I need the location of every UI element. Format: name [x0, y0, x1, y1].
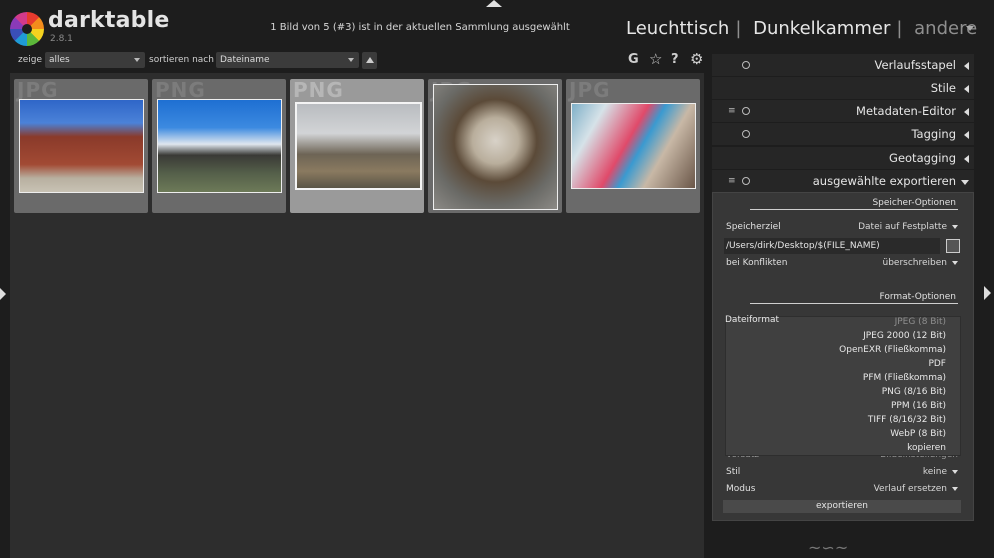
- module-title: Stile: [930, 81, 956, 95]
- storage-options-heading: Speicher-Optionen: [872, 198, 956, 208]
- views-dropdown-icon[interactable]: [966, 26, 974, 31]
- decorative-swirl-icon: ~∽~: [808, 538, 849, 557]
- storage-target-combo[interactable]: Datei auf Festplatte: [800, 222, 958, 232]
- section-divider: [750, 303, 958, 304]
- module-geotagging[interactable]: Geotagging: [712, 147, 974, 169]
- conflict-combo[interactable]: überschreiben: [800, 258, 958, 268]
- presets-icon[interactable]: ≡: [728, 106, 736, 116]
- collapse-icon: [961, 180, 969, 185]
- mode-value: Verlauf ersetzen: [873, 484, 947, 494]
- format-option[interactable]: kopieren: [907, 443, 946, 453]
- reset-icon[interactable]: [742, 177, 750, 185]
- chevron-down-icon: [952, 224, 958, 229]
- conflict-value: überschreiben: [882, 258, 948, 268]
- folder-icon[interactable]: [946, 239, 960, 253]
- storage-target-value: Datei auf Festplatte: [858, 222, 947, 232]
- module-title: Tagging: [911, 127, 956, 141]
- thumbnail-image: [157, 99, 282, 193]
- format-option[interactable]: WebP (8 Bit): [890, 429, 946, 439]
- module-tagging[interactable]: Tagging: [712, 123, 974, 145]
- thumbnail[interactable]: PNG: [152, 79, 286, 213]
- presets-icon[interactable]: ≡: [728, 176, 736, 186]
- thumbnail-image: [295, 102, 422, 190]
- sort-value: Dateiname: [220, 55, 270, 65]
- chevron-down-icon: [952, 260, 958, 265]
- module-history[interactable]: Verlaufsstapel: [712, 54, 974, 76]
- grouping-icon[interactable]: G: [628, 52, 639, 67]
- style-value: keine: [922, 467, 947, 477]
- app-version: 2.8.1: [50, 34, 73, 44]
- mode-combo[interactable]: Verlauf ersetzen: [800, 484, 958, 494]
- module-title: Metadaten-Editor: [856, 104, 956, 118]
- show-label: zeige: [18, 55, 43, 65]
- right-panel-toggle-icon[interactable]: [984, 286, 991, 300]
- file-extension-label: PNG: [293, 79, 344, 102]
- thumbnail-selected[interactable]: PNG: [290, 79, 424, 213]
- thumbnail[interactable]: JPG: [428, 79, 562, 213]
- section-divider: [750, 209, 958, 210]
- thumbnail-image: [433, 84, 558, 210]
- view-switcher: Leuchttisch | Dunkelkammer | andere: [626, 18, 983, 39]
- star-icon[interactable]: ☆: [649, 50, 662, 68]
- module-export-selected[interactable]: ≡ ausgewählte exportieren: [712, 170, 974, 192]
- module-metadata-editor[interactable]: ≡ Metadaten-Editor: [712, 100, 974, 122]
- reset-icon[interactable]: [742, 107, 750, 115]
- chevron-down-icon: [952, 469, 958, 474]
- module-title: Geotagging: [889, 151, 956, 165]
- storage-target-label: Speicherziel: [726, 222, 781, 232]
- thumbnail[interactable]: JPG: [566, 79, 700, 213]
- left-panel-toggle-icon[interactable]: [0, 288, 6, 300]
- expand-icon: [964, 85, 969, 93]
- format-option[interactable]: PDF: [928, 359, 946, 369]
- file-format-label: Dateiformat: [725, 315, 780, 325]
- view-lighttable[interactable]: Leuchttisch: [626, 18, 729, 39]
- format-option[interactable]: PPM (16 Bit): [891, 401, 946, 411]
- expand-icon: [964, 62, 969, 70]
- help-icon[interactable]: ?: [671, 52, 679, 67]
- mode-label: Modus: [726, 484, 756, 494]
- format-option[interactable]: PNG (8/16 Bit): [882, 387, 946, 397]
- show-filter-combo[interactable]: alles: [45, 52, 145, 68]
- style-combo[interactable]: keine: [800, 467, 958, 477]
- format-option[interactable]: JPEG (8 Bit): [895, 317, 946, 327]
- sort-combo[interactable]: Dateiname: [216, 52, 359, 68]
- thumbnail-image: [19, 99, 144, 193]
- format-option[interactable]: TIFF (8/16/32 Bit): [868, 415, 946, 425]
- module-title: Verlaufsstapel: [874, 58, 956, 72]
- format-options-heading: Format-Optionen: [879, 292, 957, 302]
- top-panel-toggle-icon[interactable]: [486, 0, 502, 7]
- file-format-dropdown[interactable]: JPEG (8 Bit) JPEG 2000 (12 Bit) OpenEXR …: [725, 316, 961, 456]
- view-separator: |: [896, 18, 903, 39]
- reset-icon[interactable]: [742, 130, 750, 138]
- style-label: Stil: [726, 467, 741, 477]
- sort-label: sortieren nach: [149, 55, 214, 65]
- format-option[interactable]: OpenEXR (Fließkomma): [839, 345, 946, 355]
- app-name: darktable: [48, 8, 170, 33]
- module-title: ausgewählte exportieren: [812, 174, 956, 188]
- format-option[interactable]: JPEG 2000 (12 Bit): [863, 331, 946, 341]
- chevron-down-icon: [134, 58, 140, 62]
- show-filter-value: alles: [49, 55, 70, 65]
- sort-direction-button[interactable]: [362, 52, 377, 69]
- reset-icon[interactable]: [742, 61, 750, 69]
- chevron-down-icon: [952, 486, 958, 491]
- expand-icon: [964, 131, 969, 139]
- darktable-logo: [10, 12, 44, 46]
- thumbnail[interactable]: JPG: [14, 79, 148, 213]
- gear-icon[interactable]: ⚙: [690, 50, 703, 68]
- export-path-input[interactable]: /Users/dirk/Desktop/$(FILE_NAME): [724, 238, 940, 254]
- selection-status: 1 Bild von 5 (#3) ist in der aktuellen S…: [270, 22, 570, 33]
- expand-icon: [964, 108, 969, 116]
- module-styles[interactable]: Stile: [712, 77, 974, 99]
- conflict-label: bei Konflikten: [726, 258, 788, 268]
- export-button[interactable]: exportieren: [723, 500, 961, 513]
- thumbnail-image: [571, 103, 696, 189]
- view-separator: |: [735, 18, 742, 39]
- chevron-down-icon: [348, 58, 354, 62]
- expand-icon: [964, 155, 969, 163]
- view-darkroom[interactable]: Dunkelkammer: [753, 18, 890, 39]
- file-extension-label: JPG: [569, 79, 611, 102]
- format-option[interactable]: PFM (Fließkomma): [863, 373, 946, 383]
